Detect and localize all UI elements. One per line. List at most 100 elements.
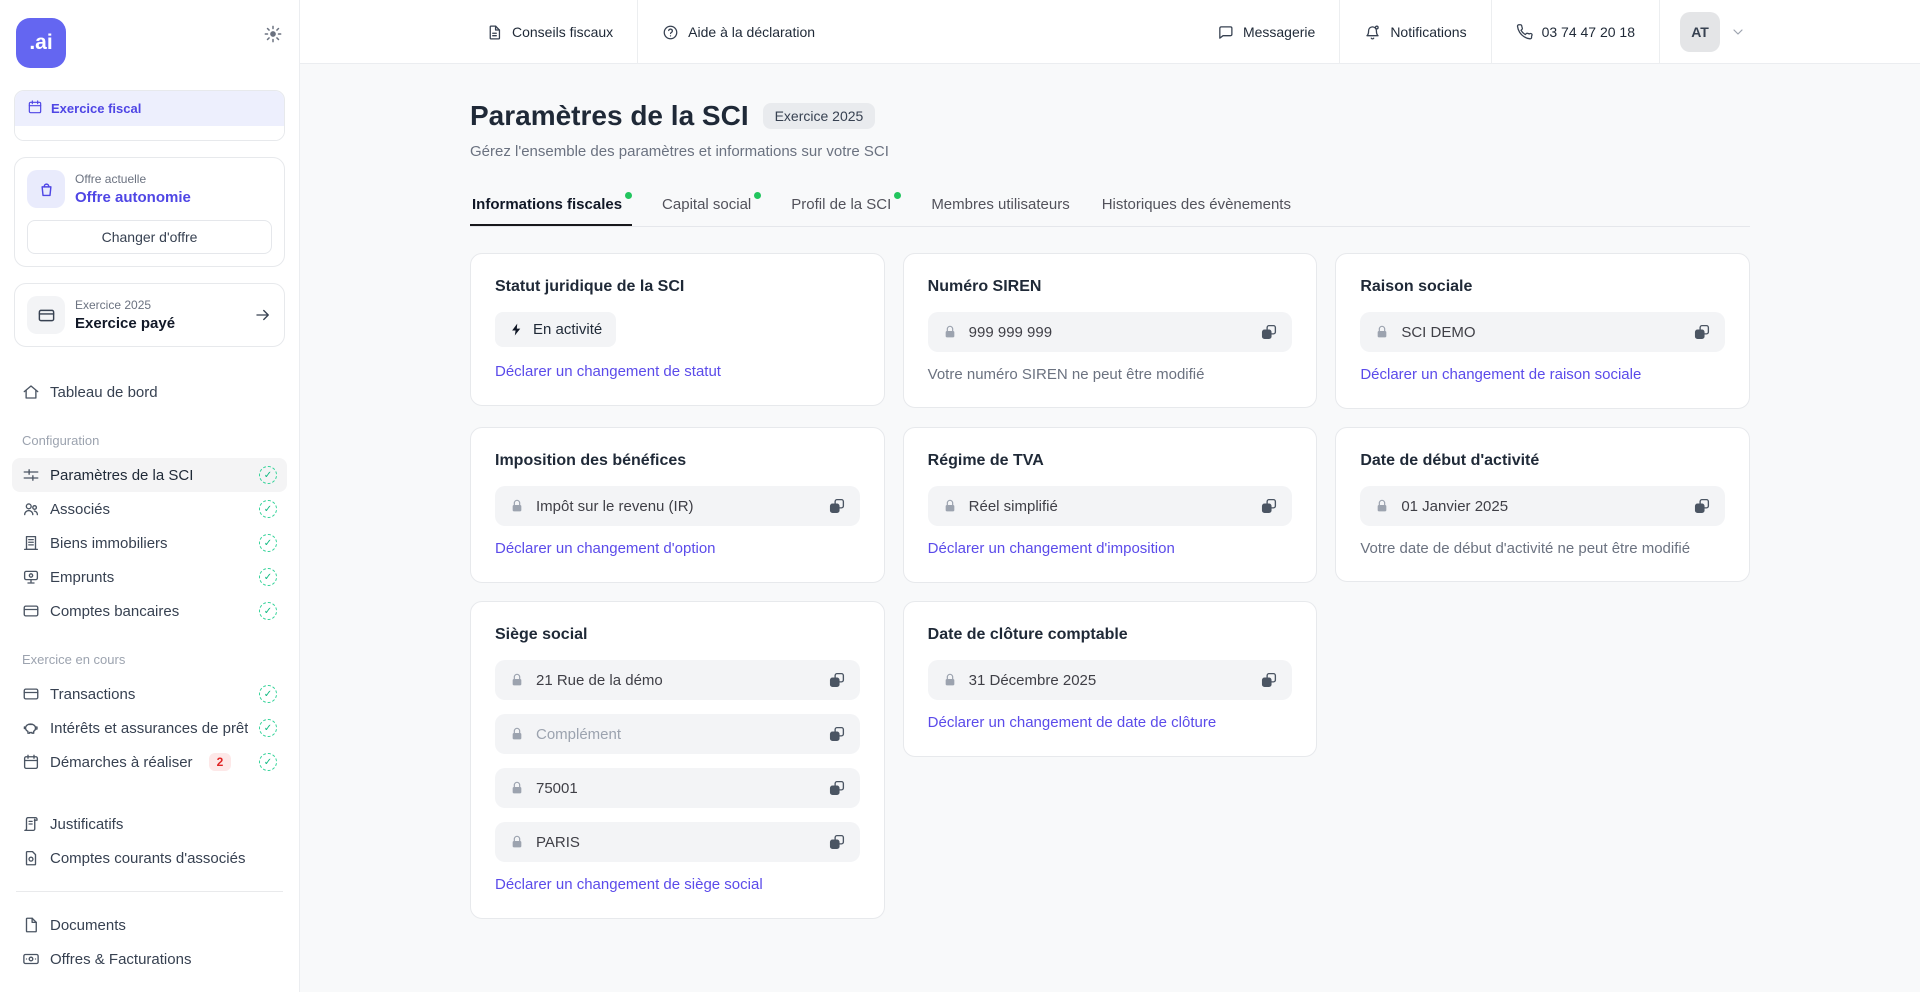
card-title: Régime de TVA	[928, 452, 1293, 470]
locked-field: SCI DEMO	[1360, 312, 1725, 352]
field-value: 75001	[536, 780, 817, 797]
check-circle-icon: ✓	[259, 719, 277, 737]
sidebar-item-transactions[interactable]: Transactions✓	[12, 677, 287, 711]
card-title: Date de début d'activité	[1360, 452, 1725, 470]
phone-link[interactable]: 03 74 47 20 18	[1492, 24, 1659, 41]
sidebar-item-emprunts[interactable]: Emprunts✓	[12, 560, 287, 594]
page-subtitle: Gérez l'ensemble des paramètres et infor…	[470, 143, 1750, 160]
sidebar-section-title: Exercice en cours	[22, 652, 277, 667]
card-imposition-benefices: Imposition des bénéficesImpôt sur le rev…	[470, 427, 885, 583]
sidebar-item-interets-et-assurances-de-pret[interactable]: Intérêts et assurances de prêt ✓	[12, 711, 287, 745]
header-link-label: Notifications	[1390, 24, 1466, 40]
user-menu[interactable]: AT	[1660, 12, 1750, 52]
sidebar-item-comptes-courants-d-associes[interactable]: Comptes courants d'associés	[12, 841, 287, 875]
header-link-aide-a-la-declaration[interactable]: Aide à la déclaration	[638, 0, 839, 64]
locked-field: 31 Décembre 2025	[928, 660, 1293, 700]
tab-membres-utilisateurs[interactable]: Membres utilisateurs	[929, 186, 1071, 226]
card-numero-siren: Numéro SIREN999 999 999Votre numéro SIRE…	[903, 253, 1318, 408]
declare-change-link[interactable]: Déclarer un changement de raison sociale	[1360, 366, 1641, 383]
tab-label: Informations fiscales	[472, 196, 622, 213]
sidebar-item-label: Offres & Facturations	[50, 951, 191, 968]
copy-icon[interactable]	[1693, 497, 1711, 515]
copy-icon[interactable]	[1260, 671, 1278, 689]
fiscal-year-header-label: Exercice fiscal	[51, 101, 141, 116]
header-link-messagerie[interactable]: Messagerie	[1193, 0, 1339, 64]
locked-field: Réel simplifié	[928, 486, 1293, 526]
calendar-icon	[27, 99, 43, 118]
credit-card-icon	[27, 296, 65, 334]
copy-icon[interactable]	[1260, 497, 1278, 515]
sidebar-item-demarches-a-realiser[interactable]: Démarches à réaliser2✓	[12, 745, 287, 779]
fiscal-year-header: Exercice fiscal	[15, 91, 284, 126]
copy-icon[interactable]	[828, 671, 846, 689]
copy-icon[interactable]	[828, 779, 846, 797]
exercise-paid-card[interactable]: Exercice 2025 Exercice payé	[14, 283, 285, 347]
card-title: Statut juridique de la SCI	[495, 278, 860, 296]
next-year-button[interactable]	[252, 140, 272, 141]
header-link-label: Conseils fiscaux	[512, 24, 613, 40]
sidebar-item-biens-immobiliers[interactable]: Biens immobiliers✓	[12, 526, 287, 560]
lock-icon	[509, 498, 525, 514]
sidebar: .ai Exercice fiscal 2025 Offre actuelle …	[0, 0, 300, 992]
card-siege-social: Siège social21 Rue de la démoComplément7…	[470, 601, 885, 919]
copy-icon[interactable]	[1260, 323, 1278, 341]
sidebar-item-label: Documents	[50, 917, 126, 934]
check-circle-icon: ✓	[259, 753, 277, 771]
offer-name: Offre autonomie	[75, 189, 191, 206]
card-regime-tva: Régime de TVA Réel simplifié Déclarer un c…	[903, 427, 1318, 583]
chevron-down-icon	[1730, 24, 1746, 40]
lock-icon	[942, 672, 958, 688]
lock-icon	[509, 780, 525, 796]
copy-icon[interactable]	[1693, 323, 1711, 341]
sidebar-item-documents[interactable]: Documents	[12, 908, 287, 942]
change-offer-button[interactable]: Changer d'offre	[27, 220, 272, 254]
declare-change-link[interactable]: Déclarer un changement de siège social	[495, 876, 763, 893]
sidebar-item-label: Comptes bancaires	[50, 603, 179, 620]
sidebar-item-offres-facturations[interactable]: Offres & Facturations	[12, 942, 287, 976]
sidebar-item-comptes-bancaires[interactable]: Comptes bancaires✓	[12, 594, 287, 628]
tab-status-dot	[894, 192, 901, 199]
app-logo[interactable]: .ai	[16, 18, 66, 68]
sidebar-item-label: Intérêts et assurances de prêt	[50, 720, 248, 737]
avatar[interactable]: AT	[1680, 12, 1720, 52]
top-bar: Conseils fiscaux Aide à la déclaration Mes…	[300, 0, 1920, 64]
declare-change-link[interactable]: Déclarer un changement d'option	[495, 540, 716, 557]
tab-label: Capital social	[662, 196, 751, 213]
fiscal-year-card: Exercice fiscal 2025	[14, 90, 285, 141]
piggy-bank-icon	[22, 719, 40, 737]
copy-icon[interactable]	[828, 833, 846, 851]
lock-icon	[509, 834, 525, 850]
sidebar-item-associes[interactable]: Associés✓	[12, 492, 287, 526]
card-title: Imposition des bénéfices	[495, 452, 860, 470]
tab-profil-de-la-sci[interactable]: Profil de la SCI	[789, 186, 901, 226]
card-date-cloture: Date de clôture comptable31 Décembre 202…	[903, 601, 1318, 757]
offer-label: Offre actuelle	[75, 172, 191, 186]
copy-icon[interactable]	[828, 725, 846, 743]
declare-change-link[interactable]: Déclarer un changement de statut	[495, 363, 721, 380]
header-link-notifications[interactable]: Notifications	[1340, 0, 1490, 64]
sidebar-item-tableau-de-bord[interactable]: Tableau de bord	[12, 375, 287, 409]
header-link-conseils-fiscaux[interactable]: Conseils fiscaux	[470, 0, 637, 64]
current-offer-card: Offre actuelle Offre autonomie Changer d…	[14, 157, 285, 267]
phone-icon	[1516, 24, 1533, 41]
sun-icon	[263, 31, 283, 48]
content-scroll[interactable]: Paramètres de la SCI Exercice 2025 Gérez…	[300, 64, 1920, 992]
tab-label: Profil de la SCI	[791, 196, 891, 213]
prev-year-button[interactable]	[27, 140, 47, 141]
tab-historiques-des-evenements[interactable]: Historiques des évènements	[1100, 186, 1293, 226]
scroll-icon	[22, 815, 40, 833]
declare-change-link[interactable]: Déclarer un changement de date de clôtur…	[928, 714, 1217, 731]
theme-toggle-sun-icon[interactable]	[263, 24, 283, 49]
count-badge: 2	[209, 753, 232, 771]
file-icon	[22, 916, 40, 934]
copy-icon[interactable]	[828, 497, 846, 515]
tab-informations-fiscales[interactable]: Informations fiscales	[470, 186, 632, 226]
lock-icon	[1374, 324, 1390, 340]
sidebar-item-parametres-de-la-sci[interactable]: Paramètres de la SCI✓	[12, 458, 287, 492]
declare-change-link[interactable]: Déclarer un changement d'imposition	[928, 540, 1175, 557]
tab-status-dot	[625, 192, 632, 199]
tab-capital-social[interactable]: Capital social	[660, 186, 761, 226]
header-link-label: Aide à la déclaration	[688, 24, 815, 40]
check-circle-icon: ✓	[259, 568, 277, 586]
sidebar-item-justificatifs[interactable]: Justificatifs	[12, 807, 287, 841]
